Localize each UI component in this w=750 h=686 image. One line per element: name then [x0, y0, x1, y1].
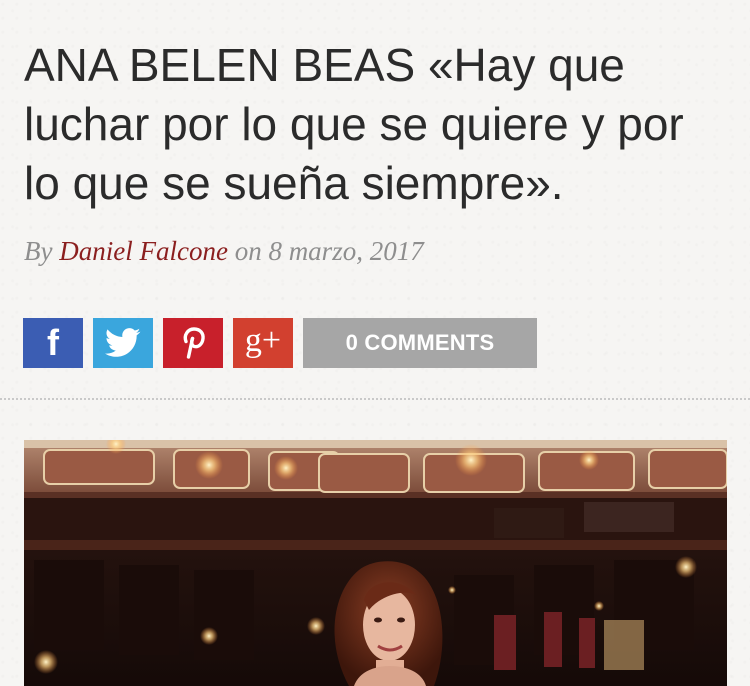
google-plus-icon: g+ — [244, 322, 282, 359]
twitter-icon — [105, 328, 141, 357]
article-title: ANA BELEN BEAS «Hay que luchar por lo qu… — [24, 39, 684, 209]
facebook-icon: f — [47, 322, 59, 363]
article-date: 8 marzo, 2017 — [268, 236, 424, 266]
comments-button[interactable]: 0 COMMENTS — [303, 318, 537, 368]
woman-figure — [334, 561, 443, 686]
theater-photo — [24, 440, 727, 686]
pinterest-icon — [183, 327, 205, 359]
byline-prefix: By — [24, 236, 53, 266]
pinterest-share-button[interactable] — [163, 318, 223, 368]
author-link[interactable]: Daniel Falcone — [59, 236, 228, 266]
article-photo — [24, 440, 727, 686]
twitter-share-button[interactable] — [93, 318, 153, 368]
share-bar: f g+ 0 COMMENTS — [23, 318, 537, 368]
divider — [0, 398, 750, 400]
google-plus-share-button[interactable]: g+ — [233, 318, 293, 368]
article-byline: By Daniel Falcone on 8 marzo, 2017 — [24, 236, 424, 267]
byline-on: on — [234, 236, 262, 266]
facebook-share-button[interactable]: f — [23, 318, 83, 368]
